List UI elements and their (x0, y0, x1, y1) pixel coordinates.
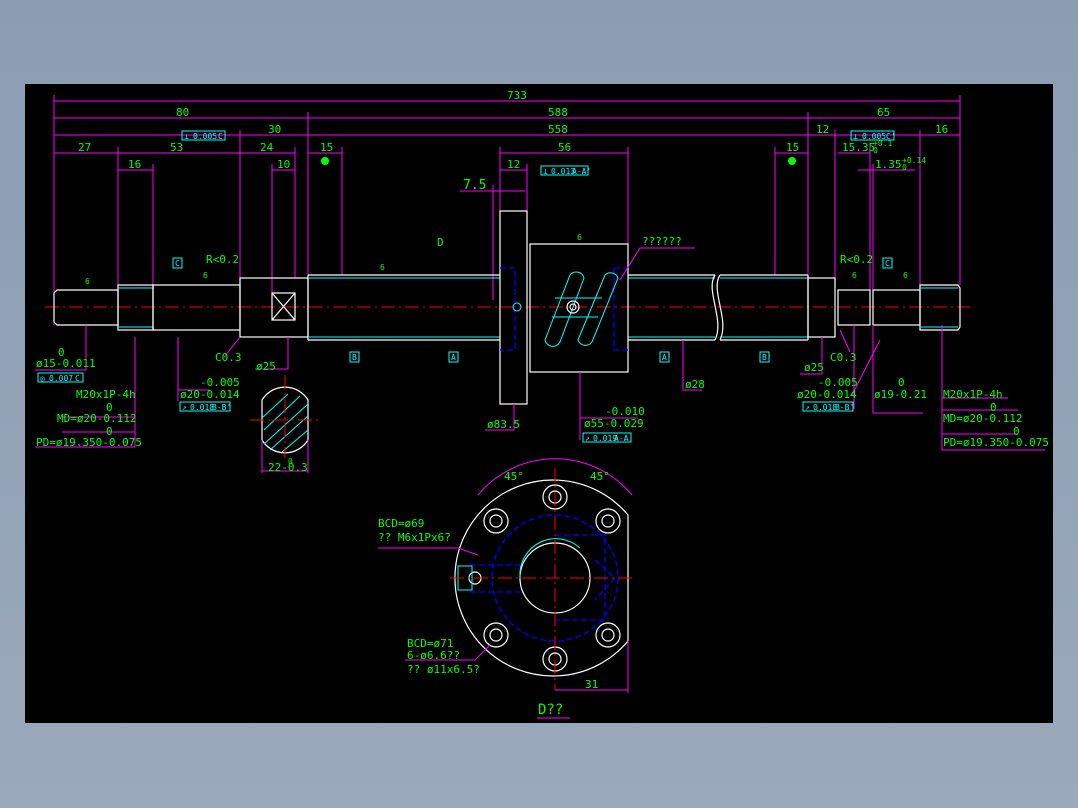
datums-c-left: C (175, 259, 180, 268)
dimension-lines: 733 80 588 65 558 30 27 53 24 15 16 10 5… (53, 89, 961, 325)
dim-7-5: 7.5 (463, 178, 486, 193)
dim-15-35-tol-lower: 0 (873, 146, 878, 155)
dim-24: 24 (260, 141, 274, 154)
tolerance-frames-runout-left-0: ↗ (182, 403, 187, 412)
tolerance-frames-runout-nut-2: A-A' (614, 434, 633, 443)
dim-15-left: 15 (320, 141, 333, 154)
dim-80: 80 (176, 106, 189, 119)
dim-588: 588 (548, 106, 568, 119)
labels-thread-right: M20x1P-4h (943, 388, 1003, 401)
ball-screw-drawing: 733 80 588 65 558 30 27 53 24 15 16 10 5… (35, 89, 1049, 719)
labels-pd-left: PD=ø19.350-0.075 (36, 436, 142, 449)
dim-10: 10 (277, 158, 290, 171)
roughness-3: 6 (380, 263, 385, 272)
labels-holes: 6-ø6.6?? (407, 649, 460, 662)
tolerance-frames-perp-left-2: C (218, 132, 223, 141)
labels-r-left: R<0.2 (206, 253, 239, 266)
tolerance-frames-perp-nut-2: A-A' (572, 167, 591, 176)
labels-c03-right: C0.3 (830, 351, 857, 364)
labels-thread-left: M20x1P-4h (76, 388, 136, 401)
tolerance-frames-conc-left-2: C (75, 374, 80, 383)
dim-27: 27 (78, 141, 91, 154)
tolerance-frames-perp-right-1: 0.005 (862, 132, 886, 141)
labels-phi15: ø15-0.011 (36, 357, 96, 370)
labels-pd-right: PD=ø19.350-0.075 (943, 436, 1049, 449)
roughness-6: 6 (903, 271, 908, 280)
labels-cbore: ?? ø11x6.5? (407, 663, 480, 676)
tolerance-frames-runout-left-1: 0.018 (190, 403, 214, 412)
labels-m6: ?? M6x1Px6? (378, 531, 451, 544)
roughness-1: 6 (85, 277, 90, 286)
labels-c03-left: C0.3 (215, 351, 242, 364)
labels-phi25-right: ø25 (804, 361, 824, 374)
tolerance-frame-perp-left: ⊥ 0.005 C (181, 130, 226, 141)
dim-16-left: 16 (128, 158, 141, 171)
tolerance-frames-perp-right-2: C' (886, 132, 896, 141)
cad-drawing-canvas: 733 80 588 65 558 30 27 53 24 15 16 10 5… (25, 84, 1053, 723)
dims-angle-left: 45° (504, 470, 524, 483)
datums-a-left: A (451, 353, 456, 362)
tolerance-frames-runout-right-1: 0.018 (813, 403, 837, 412)
tolerance-frames-perp-left-1: 0.005 (193, 132, 217, 141)
dim-12-right: 12 (816, 123, 829, 136)
dim-56: 56 (558, 141, 571, 154)
dim-1-35-tol-lower: 0 (902, 163, 907, 172)
tolerance-frames-runout-nut-0: ↗ (585, 434, 590, 443)
labels-phi20-left: ø20-0.014 (180, 388, 240, 401)
tolerance-frames-conc-left-0: ◎ (40, 374, 45, 383)
datums-b-right: B' (762, 353, 772, 362)
shaft-cross-section: 0 22-0.3 (250, 375, 320, 474)
dims-angle-right: 45° (590, 470, 610, 483)
flange-end-view: 45° 45° 31 BCD=ø69 ?? M6x1Px6? BCD=ø71 6… (378, 458, 635, 719)
labels-phi28: ø28 (685, 378, 705, 391)
dims-section-22: 22-0.3 (268, 461, 308, 474)
datums-b-left: B (352, 353, 357, 362)
dim-1-35: 1.35 (875, 158, 902, 171)
dims-d31: 31 (585, 678, 598, 691)
dim-30: 30 (268, 123, 281, 136)
flatness-symbol-right (788, 157, 796, 165)
roughness-5: 6 (852, 271, 857, 280)
tolerance-frames-perp-left-0: ⊥ (184, 132, 189, 141)
roughness-4: 6 (577, 233, 582, 242)
dim-733: 733 (507, 89, 527, 102)
tolerance-frames-conc-left-1: 0.007 (49, 374, 73, 383)
tolerance-frames-perp-right-0: ⊥ (853, 132, 858, 141)
dim-16-right: 16 (935, 123, 948, 136)
tolerance-frames-perp-nut-0: ⊥ (543, 167, 548, 176)
tolerance-frames-runout-right-2: B-B' (835, 403, 854, 412)
flatness-symbol-left (321, 157, 329, 165)
labels-bcd69: BCD=ø69 (378, 517, 424, 530)
dim-65: 65 (877, 106, 890, 119)
dim-15-right: 15 (786, 141, 799, 154)
roughness-2: 6 (203, 271, 208, 280)
tolerance-frame-perp-right: ⊥ 0.005 C' (850, 130, 896, 141)
nut-annotations: ø83.5 -0.010 ø55-0.029 ↗ 0.019 A-A' ø28 … (437, 235, 705, 443)
tolerance-frame-perp-nut: ⊥ 0.013 A-A' (540, 165, 591, 176)
labels-phi83-5: ø83.5 (487, 418, 520, 431)
labels-r-right: R<0.2 (840, 253, 873, 266)
datums-c-right: C' (885, 259, 895, 268)
labels-phi55: ø55-0.029 (584, 417, 644, 430)
labels-md-left: MD=ø20-0.112 (57, 412, 136, 425)
labels-phi20-right: ø20-0.014 (797, 388, 857, 401)
datums-a-right: A' (662, 353, 672, 362)
dim-12-nut: 12 (507, 158, 520, 171)
tolerance-frames-runout-right-0: ↗ (805, 403, 810, 412)
labels-md-right: MD=ø20-0.112 (943, 412, 1022, 425)
labels-phi19: ø19-0.21 (874, 388, 927, 401)
dim-53: 53 (170, 141, 183, 154)
dim-558: 558 (548, 123, 568, 136)
tolerance-frames-runout-left-2: B-B' (212, 403, 231, 412)
view-title: D?? (538, 702, 563, 718)
labels-phi25-left: ø25 (256, 360, 276, 373)
labels-nut-note: ?????? (642, 235, 682, 248)
labels-view-marker: D (437, 236, 444, 249)
dim-15-35: 15.35 (842, 141, 875, 154)
